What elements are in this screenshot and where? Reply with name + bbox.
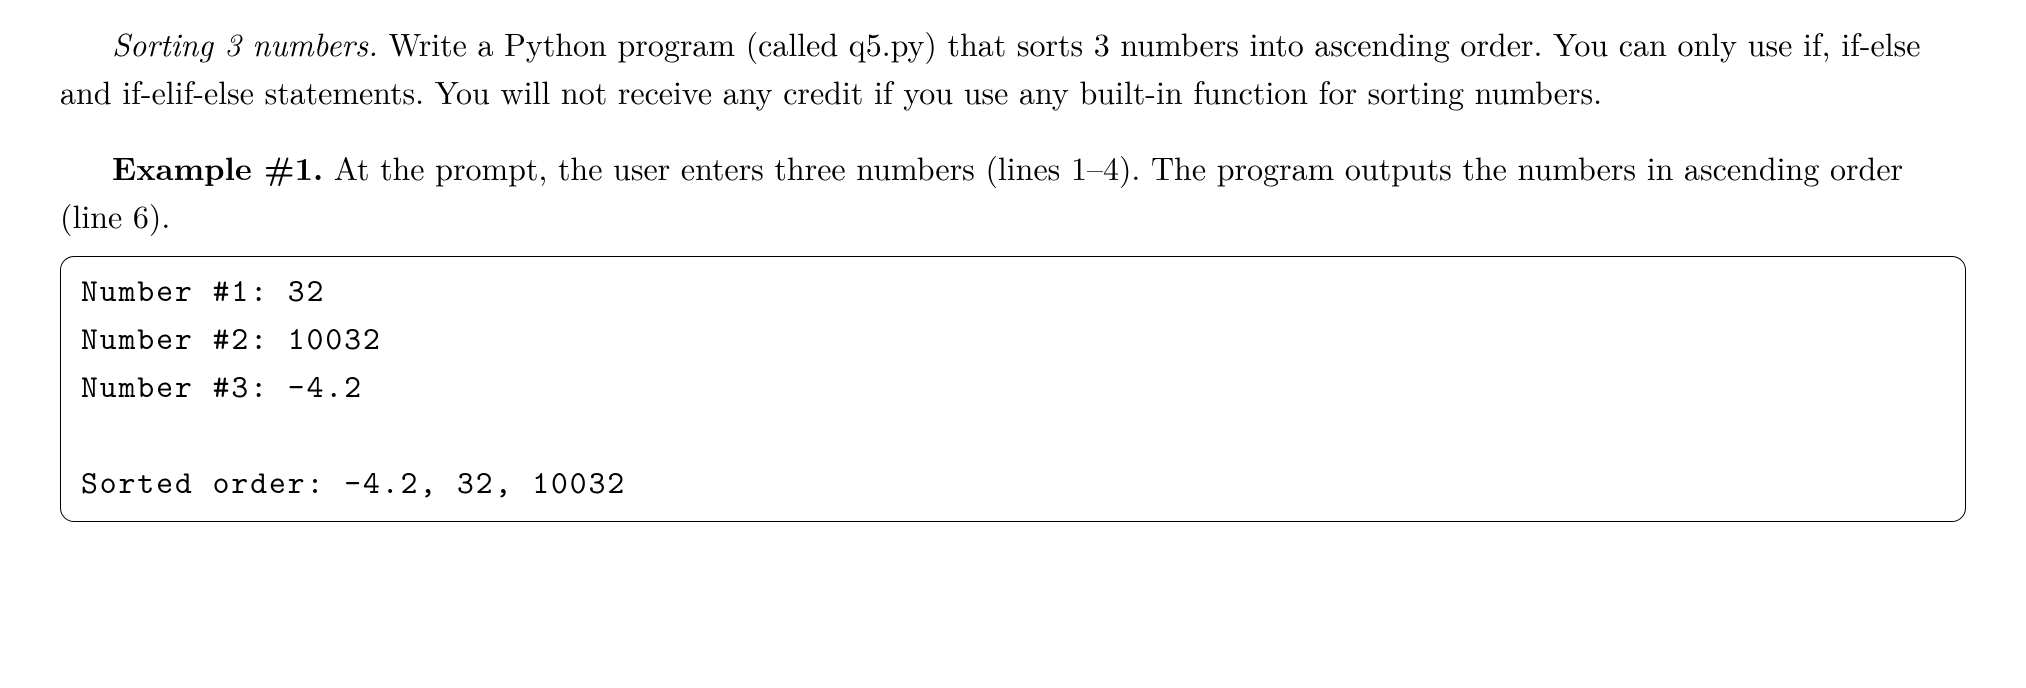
code-line-2: Number #2: 10032 [81, 315, 1945, 363]
code-blank-line [81, 411, 1945, 459]
code-block: Number #1: 32 Number #2: 10032 Number #3… [60, 256, 1966, 522]
example-label: Example #1. [112, 145, 323, 190]
problem-title: Sorting 3 numbers. [112, 21, 378, 66]
code-line-3: Number #3: -4.2 [81, 363, 1945, 411]
example-section: Example #1. At the prompt, the user ente… [60, 144, 1966, 240]
problem-statement: Sorting 3 numbers. Write a Python progra… [60, 20, 1966, 116]
code-line-output: Sorted order: -4.2, 32, 10032 [81, 459, 1945, 507]
example-description: At the prompt, the user enters three num… [60, 145, 1903, 238]
code-line-1: Number #1: 32 [81, 267, 1945, 315]
